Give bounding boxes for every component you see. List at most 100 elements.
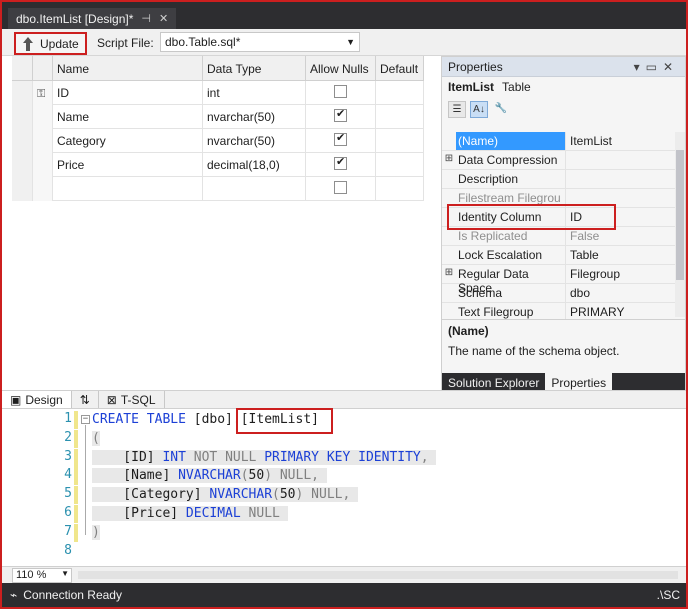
header-default[interactable]: Default	[376, 56, 424, 80]
default-cell[interactable]	[376, 153, 424, 177]
property-name: Data Compression	[456, 151, 566, 169]
tab-itemlist-design[interactable]: dbo.ItemList [Design]* ⊣ ✕	[8, 8, 177, 29]
allow-nulls-checkbox[interactable]	[334, 181, 347, 194]
expand-icon[interactable]	[442, 246, 456, 264]
default-cell[interactable]	[376, 81, 424, 105]
property-value[interactable]	[566, 151, 574, 169]
table-row[interactable]	[12, 177, 424, 201]
property-row[interactable]: ⊞ Regular Data Space Filegroup	[442, 265, 675, 295]
line-number: 6	[64, 505, 72, 520]
expand-icon[interactable]	[442, 284, 456, 302]
line-number: 4	[64, 467, 72, 483]
allow-nulls-checkbox[interactable]	[334, 107, 347, 122]
allow-nulls-cell	[306, 81, 376, 105]
data-type-cell[interactable]: int	[203, 81, 306, 105]
expand-icon[interactable]	[442, 170, 456, 188]
update-button[interactable]: Update	[14, 32, 87, 55]
expand-icon[interactable]: ⊞	[442, 151, 456, 169]
tab-design[interactable]: ▣ Design	[2, 391, 72, 408]
table-row[interactable]: ⚿ ID int	[12, 81, 424, 105]
zoom-dropdown[interactable]: 110 % ▼	[12, 568, 72, 583]
property-value[interactable]	[566, 189, 574, 207]
primary-key-icon: ⚿	[37, 88, 46, 100]
data-type-cell[interactable]: nvarchar(50)	[203, 129, 306, 153]
property-value[interactable]: Table	[566, 246, 603, 264]
table-row[interactable]: Name nvarchar(50)	[12, 105, 424, 129]
alphabetical-icon[interactable]: A↓	[470, 100, 488, 118]
property-value[interactable]	[566, 170, 574, 188]
header-data-type[interactable]: Data Type	[203, 56, 306, 80]
zoom-value: 110 %	[16, 569, 47, 581]
property-pages-icon[interactable]: 🔧	[492, 101, 510, 118]
table-row[interactable]: Price decimal(18,0)	[12, 153, 424, 177]
scroll-thumb[interactable]	[676, 150, 684, 280]
column-name-cell[interactable]: Category	[53, 129, 203, 153]
swap-panes-button[interactable]: ⇅	[72, 391, 99, 408]
column-name-cell[interactable]: Price	[53, 153, 203, 177]
properties-object-selector[interactable]: ItemList Table	[442, 77, 685, 97]
default-cell[interactable]	[376, 129, 424, 153]
property-row[interactable]: ⊞ Data Compression	[442, 151, 675, 170]
property-name: Lock Escalation	[456, 246, 566, 264]
property-value[interactable]: ID	[566, 208, 586, 226]
property-row[interactable]: Description	[442, 170, 675, 189]
script-file-dropdown[interactable]: dbo.Table.sql* ▼	[160, 32, 360, 52]
property-value[interactable]: ItemList	[566, 132, 616, 150]
property-row[interactable]: Schema dbo	[442, 284, 675, 303]
expand-icon[interactable]: ⊞	[442, 265, 456, 283]
header-key	[33, 56, 53, 80]
data-type-cell[interactable]	[203, 177, 306, 201]
default-cell[interactable]	[376, 177, 424, 201]
close-icon[interactable]: ✕	[159, 12, 168, 25]
code-line-5: [Category] NVARCHAR(50) NULL,	[92, 486, 359, 504]
fold-guide	[85, 425, 86, 535]
default-cell[interactable]	[376, 105, 424, 129]
line-number: 8	[64, 542, 72, 558]
row-selector[interactable]	[12, 81, 33, 105]
property-row[interactable]: (Name) ItemList	[442, 132, 675, 151]
allow-nulls-checkbox[interactable]	[334, 85, 347, 98]
property-value[interactable]: Filegroup	[566, 265, 624, 283]
column-name-cell[interactable]: ID	[53, 81, 203, 105]
pin-icon[interactable]: ⊣	[141, 12, 151, 25]
window-controls[interactable]: ▾▭✕	[634, 60, 679, 74]
property-value[interactable]: False	[566, 227, 603, 245]
tab-tsql[interactable]: ⊠ T-SQL	[99, 391, 165, 408]
description-title: (Name)	[448, 324, 489, 338]
property-row[interactable]: Identity Column ID	[442, 208, 675, 227]
expand-icon[interactable]	[442, 227, 456, 245]
properties-toolbar: ☰ A↓ 🔧	[442, 97, 685, 121]
column-name-cell[interactable]	[53, 177, 203, 201]
expand-icon[interactable]	[442, 208, 456, 226]
line-number: 1	[64, 411, 72, 426]
row-selector[interactable]	[12, 153, 33, 177]
property-name: Schema	[456, 284, 566, 302]
row-selector[interactable]	[12, 105, 33, 129]
horizontal-scrollbar[interactable]	[78, 571, 678, 579]
property-row[interactable]: Filestream Filegrou	[442, 189, 675, 208]
property-row[interactable]: Lock Escalation Table	[442, 246, 675, 265]
header-allow-nulls[interactable]: Allow Nulls	[306, 56, 376, 80]
data-type-cell[interactable]: decimal(18,0)	[203, 153, 306, 177]
expand-icon[interactable]	[442, 189, 456, 207]
categorized-icon[interactable]: ☰	[448, 100, 466, 118]
row-selector[interactable]	[12, 177, 33, 201]
data-type-cell[interactable]: nvarchar(50)	[203, 105, 306, 129]
property-name: Filestream Filegrou	[456, 189, 566, 207]
properties-scrollbar[interactable]	[675, 132, 685, 317]
header-name[interactable]: Name	[53, 56, 203, 80]
property-row[interactable]: Is Replicated False	[442, 227, 675, 246]
collapse-icon[interactable]: −	[81, 415, 90, 424]
allow-nulls-checkbox[interactable]	[334, 155, 347, 170]
tsql-editor[interactable]: 1 2 3 4 5 6 7 8 − CREATE TABLE [dbo].[ItemList]…	[2, 409, 686, 566]
allow-nulls-checkbox[interactable]	[334, 131, 347, 146]
column-name-cell[interactable]: Name	[53, 105, 203, 129]
expand-icon[interactable]	[442, 132, 456, 150]
object-name: ItemList	[448, 80, 495, 94]
key-cell: ⚿	[33, 81, 53, 105]
upload-arrow-icon	[22, 36, 34, 51]
tsql-label: T-SQL	[120, 392, 156, 407]
table-row[interactable]: Category nvarchar(50)	[12, 129, 424, 153]
property-value[interactable]: dbo	[566, 284, 594, 302]
row-selector[interactable]	[12, 129, 33, 153]
